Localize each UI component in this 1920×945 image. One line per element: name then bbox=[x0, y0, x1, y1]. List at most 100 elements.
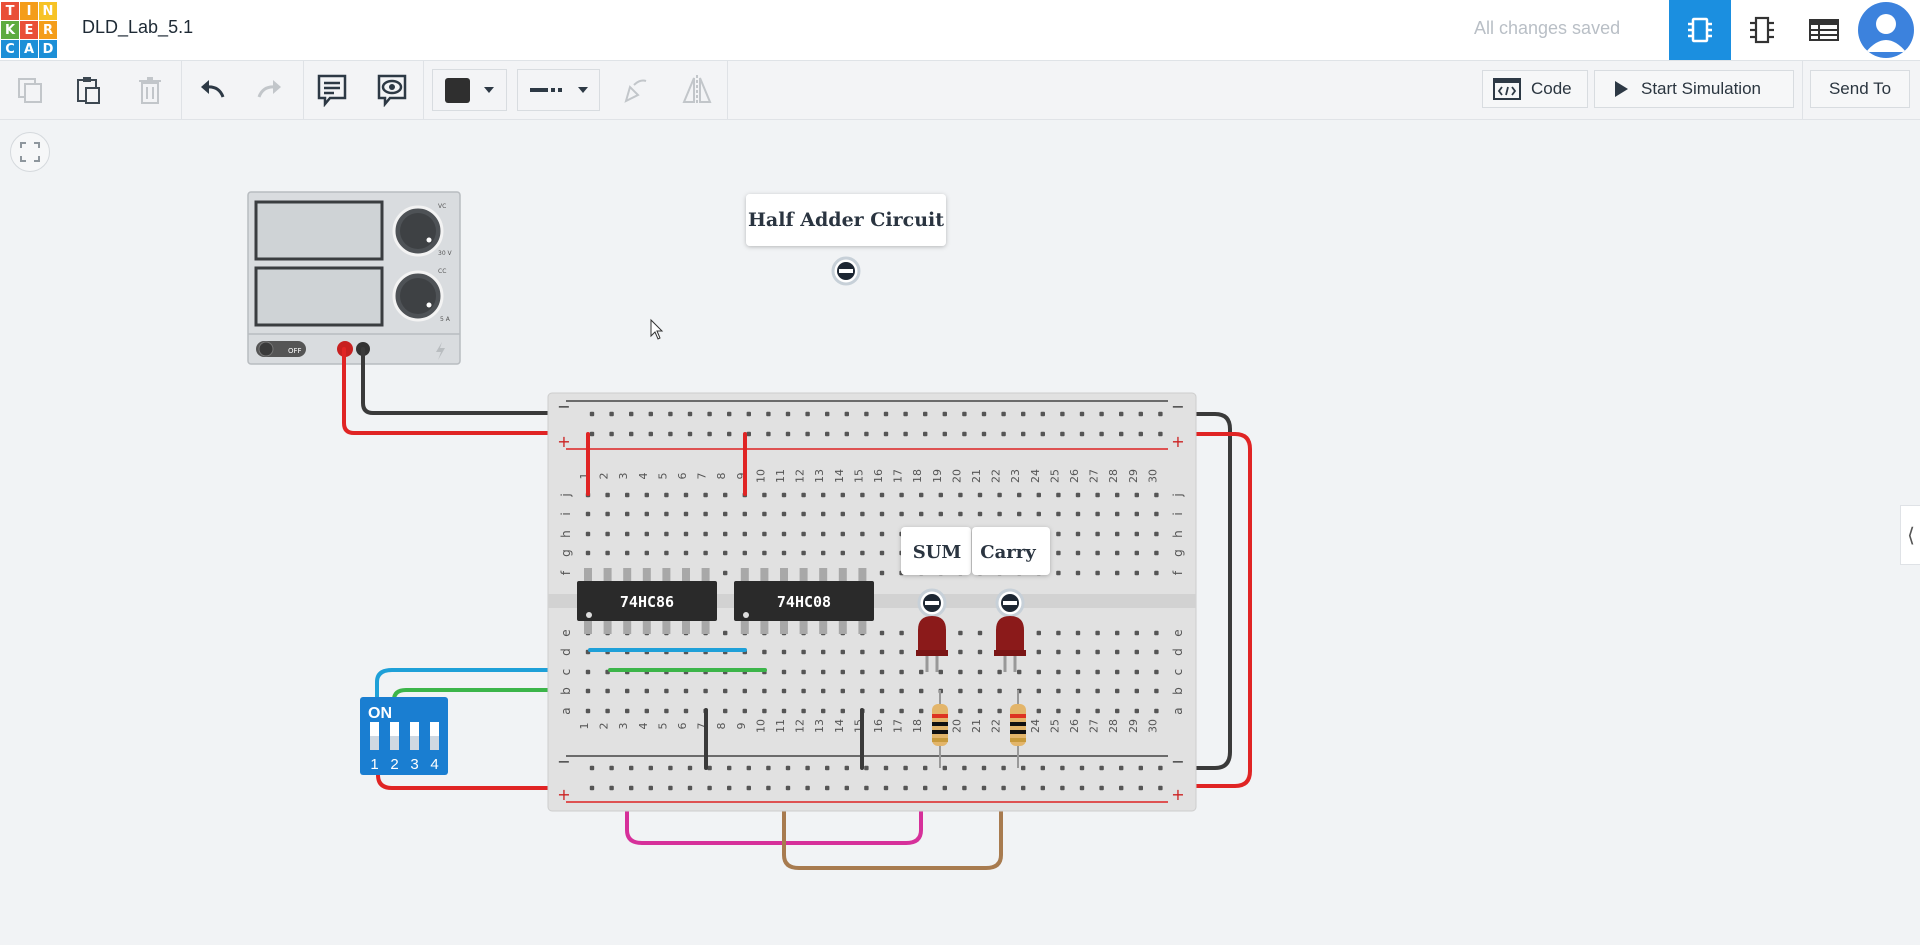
document-title[interactable]: DLD_Lab_5.1 bbox=[82, 17, 193, 38]
play-icon bbox=[1615, 81, 1628, 97]
mouse-cursor-icon bbox=[650, 318, 664, 340]
mode-top-label: VC bbox=[438, 203, 446, 210]
redo-button[interactable] bbox=[250, 69, 290, 111]
rotate-icon bbox=[624, 79, 647, 103]
rail-symbol: + bbox=[1171, 432, 1184, 451]
led-label: Carry bbox=[980, 542, 1036, 563]
logo-letter: R bbox=[39, 21, 57, 39]
column-number: 16 bbox=[872, 469, 885, 483]
column-number: 4 bbox=[637, 723, 650, 730]
start-simulation-button[interactable]: Start Simulation bbox=[1594, 70, 1794, 108]
column-number: 10 bbox=[754, 469, 767, 483]
top-bar: TIN KER CAD DLD_Lab_5.1 All changes saved bbox=[0, 0, 1920, 61]
circuit-canvas[interactable]: VC CC 30 V 5 A OFF − −+ +− −+ +1122334455667… bbox=[0, 120, 1920, 945]
copy-button[interactable] bbox=[10, 69, 50, 111]
code-button-label: Code bbox=[1531, 79, 1572, 98]
list-table-icon bbox=[1809, 19, 1839, 41]
flip-icon bbox=[682, 75, 712, 105]
note-half-adder[interactable]: Half Adder Circuit bbox=[746, 194, 946, 286]
column-number: 18 bbox=[911, 469, 924, 483]
logo-letter: K bbox=[1, 21, 19, 39]
column-number: 13 bbox=[813, 469, 826, 483]
power-switch-label: OFF bbox=[288, 347, 302, 355]
undo-button[interactable] bbox=[192, 69, 232, 111]
column-number: 5 bbox=[656, 473, 669, 480]
copy-icon bbox=[18, 78, 42, 103]
column-number: 27 bbox=[1088, 719, 1101, 733]
column-number: 6 bbox=[676, 723, 689, 730]
column-number: 15 bbox=[852, 469, 865, 483]
column-number: 20 bbox=[950, 719, 963, 733]
user-avatar[interactable] bbox=[1858, 2, 1914, 58]
dip-switch[interactable]: ON 1234 bbox=[360, 697, 448, 775]
row-letter: h bbox=[559, 530, 573, 538]
logo-letter: T bbox=[1, 2, 19, 20]
logo-letter: C bbox=[1, 40, 19, 58]
column-number: 1 bbox=[578, 723, 591, 730]
row-letter: b bbox=[559, 687, 573, 695]
component-list-view-button[interactable] bbox=[1793, 0, 1855, 60]
row-letter: g bbox=[559, 549, 573, 557]
code-icon bbox=[1493, 78, 1521, 100]
column-number: 17 bbox=[892, 469, 905, 483]
voltage-scale-label: 30 V bbox=[438, 250, 453, 257]
column-number: 18 bbox=[911, 719, 924, 733]
row-letter: i bbox=[559, 512, 573, 515]
delete-icon bbox=[139, 77, 161, 104]
send-to-button[interactable]: Send To bbox=[1810, 70, 1910, 108]
logo-letter: D bbox=[39, 40, 57, 58]
column-number: 21 bbox=[970, 469, 983, 483]
row-letter: c bbox=[559, 669, 573, 676]
column-number: 12 bbox=[794, 469, 807, 483]
row-letter: a bbox=[559, 707, 573, 714]
rail-symbol: − bbox=[557, 397, 570, 416]
color-picker[interactable] bbox=[432, 69, 507, 111]
column-number: 28 bbox=[1107, 469, 1120, 483]
column-number: 28 bbox=[1107, 719, 1120, 733]
paste-button[interactable] bbox=[68, 69, 108, 111]
edit-toolbar: Code Start Simulation Send To bbox=[0, 61, 1920, 120]
delete-button[interactable] bbox=[130, 69, 170, 111]
column-number: 17 bbox=[892, 719, 905, 733]
flip-button[interactable] bbox=[677, 69, 717, 111]
save-status: All changes saved bbox=[1474, 18, 1621, 38]
wire-dash-icon bbox=[529, 88, 562, 92]
start-simulation-label: Start Simulation bbox=[1641, 79, 1761, 98]
column-number: 16 bbox=[872, 719, 885, 733]
wire-type-picker[interactable] bbox=[517, 69, 600, 111]
column-number: 13 bbox=[813, 719, 826, 733]
rotate-button[interactable] bbox=[615, 69, 655, 111]
notes-visibility-button[interactable] bbox=[372, 69, 412, 111]
chip-label: 74HC08 bbox=[777, 593, 831, 611]
rail-symbol: − bbox=[1171, 397, 1184, 416]
column-number: 22 bbox=[990, 719, 1003, 733]
tinkercad-logo[interactable]: TIN KER CAD bbox=[1, 2, 57, 58]
column-number: 25 bbox=[1048, 469, 1061, 483]
user-avatar-icon bbox=[1866, 14, 1906, 52]
column-number: 11 bbox=[774, 469, 787, 483]
chevron-down-icon bbox=[577, 87, 588, 93]
chip-label: 74HC86 bbox=[620, 593, 674, 611]
row-letter: i bbox=[1171, 512, 1185, 515]
code-button[interactable]: Code bbox=[1482, 70, 1588, 108]
row-letter: c bbox=[1171, 669, 1185, 676]
circuit-view-button[interactable] bbox=[1669, 0, 1731, 60]
notes-button[interactable] bbox=[312, 69, 352, 111]
column-number: 3 bbox=[617, 723, 630, 730]
column-number: 4 bbox=[637, 473, 650, 480]
mode-bottom-label: CC bbox=[438, 268, 446, 275]
column-number: 30 bbox=[1146, 719, 1159, 733]
power-supply[interactable]: VC CC 30 V 5 A OFF bbox=[247, 191, 461, 365]
current-display bbox=[254, 266, 384, 327]
column-number: 27 bbox=[1088, 469, 1101, 483]
column-number: 14 bbox=[833, 719, 846, 733]
column-number: 26 bbox=[1068, 719, 1081, 733]
notes-visibility-icon bbox=[377, 74, 407, 107]
send-to-label: Send To bbox=[1828, 79, 1892, 98]
column-number: 3 bbox=[617, 473, 630, 480]
column-number: 14 bbox=[833, 469, 846, 483]
column-number: 8 bbox=[715, 473, 728, 480]
schematic-view-button[interactable] bbox=[1731, 0, 1793, 60]
row-letter: h bbox=[1171, 530, 1185, 538]
row-letter: j bbox=[1171, 493, 1185, 497]
